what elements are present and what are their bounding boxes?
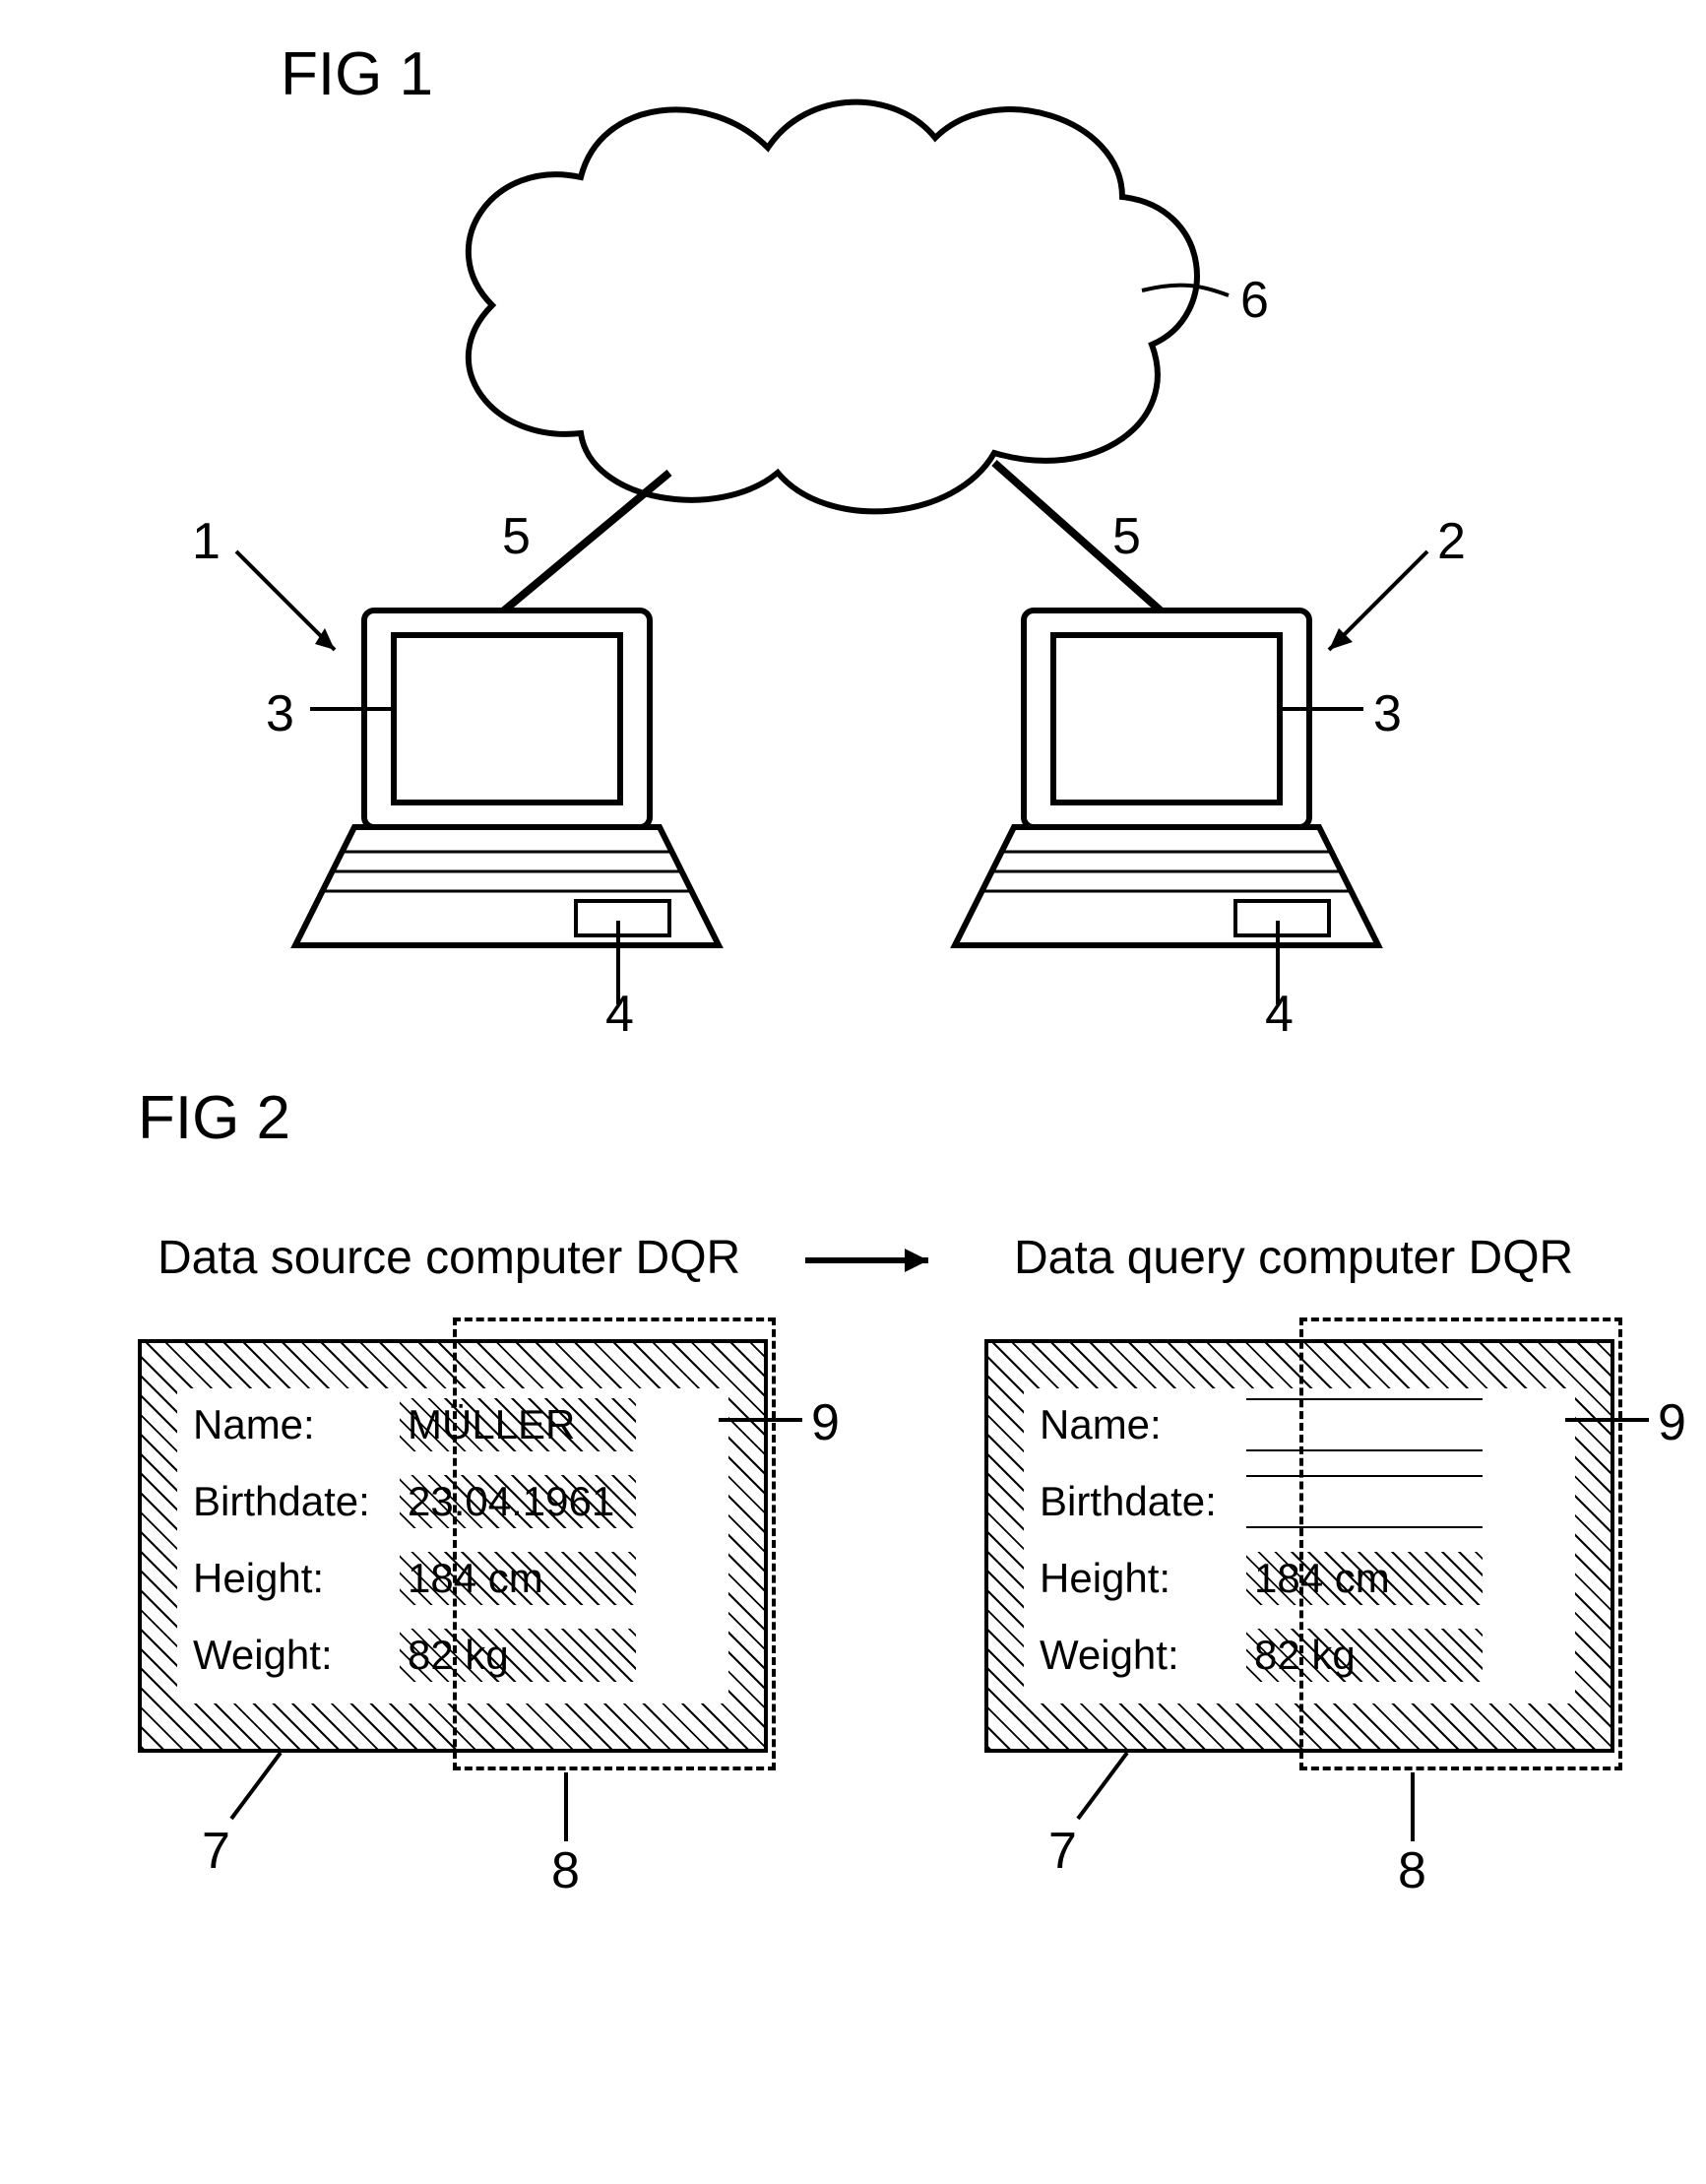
ref-9a: 9 <box>811 1393 840 1452</box>
cloud-icon <box>469 102 1197 512</box>
row-label: Height: <box>1040 1555 1246 1602</box>
fig2-caption-right: Data query computer DQR <box>1014 1231 1573 1285</box>
figure-2: FIG 2 Data source computer DQR Data quer… <box>39 1083 1667 2127</box>
ref-1: 1 <box>192 512 221 571</box>
laptop-left-icon <box>295 610 719 945</box>
row-label: Weight: <box>193 1632 400 1679</box>
row-label: Name: <box>193 1401 400 1448</box>
ref-8b: 8 <box>1398 1841 1426 1900</box>
row-label: Height: <box>193 1555 400 1602</box>
leader-line <box>221 1745 320 1843</box>
ref-8a: 8 <box>551 1841 580 1900</box>
laptop-right-icon <box>955 610 1378 945</box>
row-label: Weight: <box>1040 1632 1246 1679</box>
ref-3b: 3 <box>1373 684 1402 743</box>
ref-2: 2 <box>1437 512 1466 571</box>
fig2-title: FIG 2 <box>138 1083 290 1153</box>
ref-9b: 9 <box>1658 1393 1686 1452</box>
ref-4b: 4 <box>1265 985 1294 1044</box>
ref-7b: 7 <box>1048 1822 1077 1881</box>
figure-1: FIG 1 <box>39 39 1667 1044</box>
leader-line <box>1565 1418 1649 1422</box>
leader-line <box>1068 1745 1167 1843</box>
fig1-diagram <box>138 59 1614 1044</box>
ref-4a: 4 <box>605 985 634 1044</box>
fig2-caption-left: Data source computer DQR <box>158 1231 740 1285</box>
leader-line <box>719 1418 802 1422</box>
arrow-icon <box>795 1241 963 1280</box>
row-label: Name: <box>1040 1401 1246 1448</box>
ref-3a: 3 <box>266 684 294 743</box>
dashed-box-right <box>1299 1317 1622 1770</box>
ref-6: 6 <box>1240 271 1269 330</box>
ref-7a: 7 <box>202 1822 230 1881</box>
row-label: Birthdate: <box>1040 1478 1246 1525</box>
ref-5b: 5 <box>1112 507 1141 566</box>
ref-5a: 5 <box>502 507 531 566</box>
dashed-box-left <box>453 1317 776 1770</box>
row-label: Birthdate: <box>193 1478 400 1525</box>
